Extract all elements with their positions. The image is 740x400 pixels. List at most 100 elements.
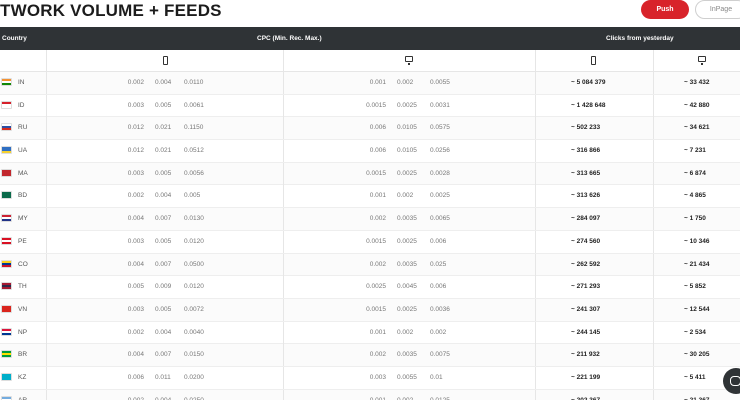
column-divider xyxy=(535,94,536,117)
cpc-mobile-min: 0.004 xyxy=(127,260,144,268)
column-divider xyxy=(653,94,654,117)
column-divider xyxy=(653,366,654,389)
cpc-mobile-max: 0.0120 xyxy=(184,283,204,291)
column-divider xyxy=(46,208,47,231)
table-row[interactable]: AR 0.002 0.004 0.0250 0.001 0.002 0.0125 ~ 202 … xyxy=(0,389,740,400)
column-divider xyxy=(283,321,284,344)
cpc-mobile-rec: 0.005 xyxy=(155,169,172,177)
clicks-desktop-value: ~ 10 346 xyxy=(684,237,710,245)
cpc-mobile-min: 0.006 xyxy=(127,373,144,381)
cpc-mobile-max: 0.0150 xyxy=(184,351,204,359)
clicks-desktop-value: ~ 5 411 xyxy=(684,373,706,381)
cpc-mobile-min: 0.012 xyxy=(127,147,144,155)
column-divider xyxy=(46,253,47,276)
cpc-desktop-min: 0.0015 xyxy=(366,237,386,245)
cpc-mobile-rec: 0.007 xyxy=(155,260,172,268)
push-tab-button[interactable]: Push xyxy=(641,0,689,19)
clicks-desktop-value: ~ 21 367 xyxy=(684,397,709,400)
cpc-mobile-rec: 0.021 xyxy=(155,147,172,155)
table-row[interactable]: IN 0.002 0.004 0.0110 0.001 0.002 0.0055 ~ 5 08… xyxy=(0,72,740,95)
table-row[interactable]: NP 0.002 0.004 0.0040 0.001 0.002 0.002 ~ 244 1… xyxy=(0,321,740,345)
country-flag-icon xyxy=(1,123,12,132)
column-divider xyxy=(535,185,536,208)
cpc-desktop-rec: 0.0035 xyxy=(397,260,417,268)
cpc-column-header[interactable]: CPC (Min. Rec. Max.) xyxy=(257,35,322,42)
clicks-mobile-value: ~ 502 233 xyxy=(571,124,601,132)
country-flag-icon xyxy=(1,259,12,268)
country-code: TH xyxy=(18,283,27,291)
table-row[interactable]: KZ 0.006 0.011 0.0200 0.003 0.0055 0.01 ~ 221 1… xyxy=(0,366,740,390)
clicks-mobile-value: ~ 5 084 379 xyxy=(571,79,606,86)
cpc-mobile-rec: 0.004 xyxy=(155,397,171,400)
column-divider xyxy=(283,72,284,94)
column-divider xyxy=(283,344,284,367)
table-row[interactable]: MY 0.004 0.007 0.0130 0.002 0.0035 0.0065 ~ 284… xyxy=(0,208,740,231)
column-divider xyxy=(653,230,654,253)
table-row[interactable]: PE 0.003 0.005 0.0120 0.0015 0.0025 0.006 ~ 274… xyxy=(0,230,740,254)
column-divider xyxy=(46,162,47,185)
country-code: NP xyxy=(18,328,28,336)
column-divider xyxy=(535,389,536,400)
country-code: RU xyxy=(18,124,28,132)
column-divider xyxy=(535,344,536,367)
table-row[interactable]: RU 0.012 0.021 0.1150 0.006 0.0105 0.0575 ~ 502… xyxy=(0,117,740,141)
cpc-mobile-max: 0.0110 xyxy=(184,79,204,86)
cpc-desktop-min: 0.001 xyxy=(369,328,386,336)
cpc-desktop-min: 0.002 xyxy=(369,215,386,223)
clicks-mobile-value: ~ 271 293 xyxy=(571,283,601,291)
desktop-icon xyxy=(698,56,706,65)
cpc-mobile-max: 0.0040 xyxy=(184,328,204,336)
cpc-mobile-min: 0.003 xyxy=(127,169,144,177)
cpc-desktop-max: 0.006 xyxy=(430,237,447,245)
column-divider xyxy=(535,298,536,321)
clicks-mobile-value: ~ 244 145 xyxy=(571,328,601,336)
cpc-mobile-rec: 0.004 xyxy=(155,79,172,86)
inpage-tab-button[interactable]: InPage xyxy=(695,0,740,19)
table-row[interactable]: UA 0.012 0.021 0.0512 0.006 0.0105 0.0256 ~ 316… xyxy=(0,140,740,163)
cpc-desktop-rec: 0.0105 xyxy=(397,147,417,155)
table-row[interactable]: TH 0.005 0.009 0.0120 0.0025 0.0045 0.006 ~ 271… xyxy=(0,276,740,299)
clicks-mobile-header xyxy=(535,50,653,72)
top-bar: TWORK VOLUME + FEEDS Push InPage xyxy=(0,0,740,27)
column-divider xyxy=(653,72,654,94)
country-flag-icon xyxy=(1,100,12,109)
cpc-desktop-min: 0.0025 xyxy=(366,283,386,291)
column-divider xyxy=(535,230,536,253)
country-code: MY xyxy=(18,215,28,223)
country-flag-icon xyxy=(1,327,12,336)
cpc-mobile-max: 0.0200 xyxy=(184,373,204,381)
clicks-mobile-value: ~ 221 199 xyxy=(571,373,601,381)
country-flag-icon xyxy=(1,214,12,223)
country-code: PE xyxy=(18,237,27,245)
table-row[interactable]: CO 0.004 0.007 0.0500 0.002 0.0035 0.025 ~ 262 … xyxy=(0,253,740,277)
cpc-mobile-rec: 0.009 xyxy=(155,283,172,291)
country-flag-icon xyxy=(1,78,12,86)
cpc-mobile-max: 0.005 xyxy=(184,192,201,200)
column-divider xyxy=(46,366,47,389)
cpc-mobile-min: 0.002 xyxy=(127,79,144,86)
table-row[interactable]: BD 0.002 0.004 0.005 0.001 0.002 0.0025 ~ 313 6… xyxy=(0,185,740,209)
table-row[interactable]: VN 0.003 0.005 0.0072 0.0015 0.0025 0.0036 ~ 24… xyxy=(0,298,740,322)
table-row[interactable]: ID 0.003 0.005 0.0061 0.0015 0.0025 0.0031 ~ 1 … xyxy=(0,94,740,118)
column-divider xyxy=(283,230,284,253)
cpc-mobile-max: 0.0250 xyxy=(184,397,204,400)
column-divider xyxy=(653,344,654,367)
cpc-mobile-min: 0.003 xyxy=(127,305,144,313)
table-row[interactable]: MA 0.003 0.005 0.0056 0.0015 0.0025 0.0028 ~ 31… xyxy=(0,162,740,186)
cpc-desktop-max: 0.0575 xyxy=(430,124,450,132)
column-divider xyxy=(535,117,536,140)
cpc-desktop-max: 0.0036 xyxy=(430,305,450,313)
cpc-mobile-rec: 0.007 xyxy=(155,351,172,359)
country-column-header[interactable]: Country xyxy=(2,35,27,42)
cpc-mobile-min: 0.005 xyxy=(127,283,144,291)
column-divider xyxy=(283,298,284,321)
column-divider xyxy=(535,321,536,344)
cpc-desktop-min: 0.006 xyxy=(369,124,386,132)
clicks-desktop-value: ~ 12 544 xyxy=(684,305,710,313)
clicks-column-header[interactable]: Clicks from yesterday xyxy=(606,35,674,42)
clicks-desktop-value: ~ 6 874 xyxy=(684,169,706,177)
table-row[interactable]: BR 0.004 0.007 0.0150 0.002 0.0035 0.0075 ~ 211… xyxy=(0,344,740,367)
clicks-desktop-value: ~ 7 231 xyxy=(684,147,706,155)
cpc-desktop-rec: 0.0035 xyxy=(397,215,417,223)
clicks-mobile-value: ~ 313 626 xyxy=(571,192,601,200)
